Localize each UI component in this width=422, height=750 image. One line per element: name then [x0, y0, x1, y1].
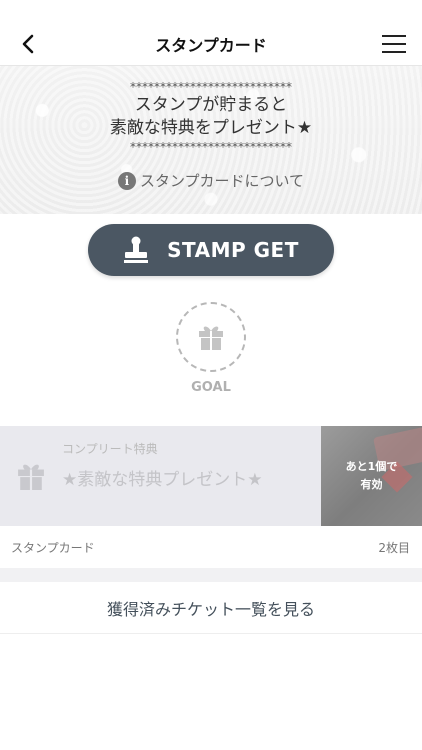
hero-message-line2: 素敵な特典をプレゼント★ [109, 118, 313, 138]
section-divider [0, 568, 422, 582]
goal-stamp-slot [176, 302, 246, 372]
hamburger-menu-icon [382, 34, 406, 53]
menu-button[interactable] [380, 30, 408, 58]
hero-stars-bottom: *************************** [130, 140, 292, 154]
reward-status-line1: あと1個で [345, 460, 398, 473]
hero-banner: *************************** スタンプが貯まると 素敵… [0, 66, 422, 214]
reward-status-thumbnail: あと1個で 有効 [321, 426, 422, 526]
stamp-grid: GOAL [0, 276, 422, 426]
status-bar-area [0, 0, 422, 22]
about-stamp-card-link[interactable]: i スタンプカードについて [117, 170, 305, 191]
goal-label: GOAL [191, 380, 231, 395]
stamp-get-button[interactable]: STAMP GET [88, 224, 334, 276]
gift-icon [18, 464, 44, 490]
complete-reward-card[interactable]: コンプリート特典 ★素敵な特典プレゼント★ あと1個で 有効 [0, 426, 422, 526]
acquired-tickets-link[interactable]: 獲得済みチケット一覧を見る [0, 582, 422, 634]
complete-reward-title: ★素敵な特典プレゼント★ [62, 470, 263, 490]
hero-stars-top: *************************** [130, 80, 292, 94]
card-count: 2枚目 [378, 540, 410, 555]
about-stamp-card-label: スタンプカードについて [139, 172, 305, 190]
card-meta-row: スタンプカード 2枚目 [0, 526, 422, 568]
navigation-bar: スタンプカード [0, 22, 422, 66]
stamp-icon [124, 236, 149, 263]
complete-reward-sublabel: コンプリート特典 [62, 442, 158, 456]
info-icon: i [117, 171, 136, 190]
chevron-left-icon [22, 34, 34, 53]
acquired-tickets-label: 獲得済みチケット一覧を見る [106, 599, 315, 619]
gift-icon [199, 326, 223, 350]
reward-status-line2: 有効 [360, 478, 383, 491]
hero-message-line1: スタンプが貯まると [134, 95, 288, 115]
card-name: スタンプカード [11, 540, 95, 555]
page-title: スタンプカード [155, 35, 267, 55]
stamp-get-label: STAMP GET [167, 238, 299, 262]
back-button[interactable] [14, 30, 42, 58]
bottom-blank-area [0, 634, 422, 747]
